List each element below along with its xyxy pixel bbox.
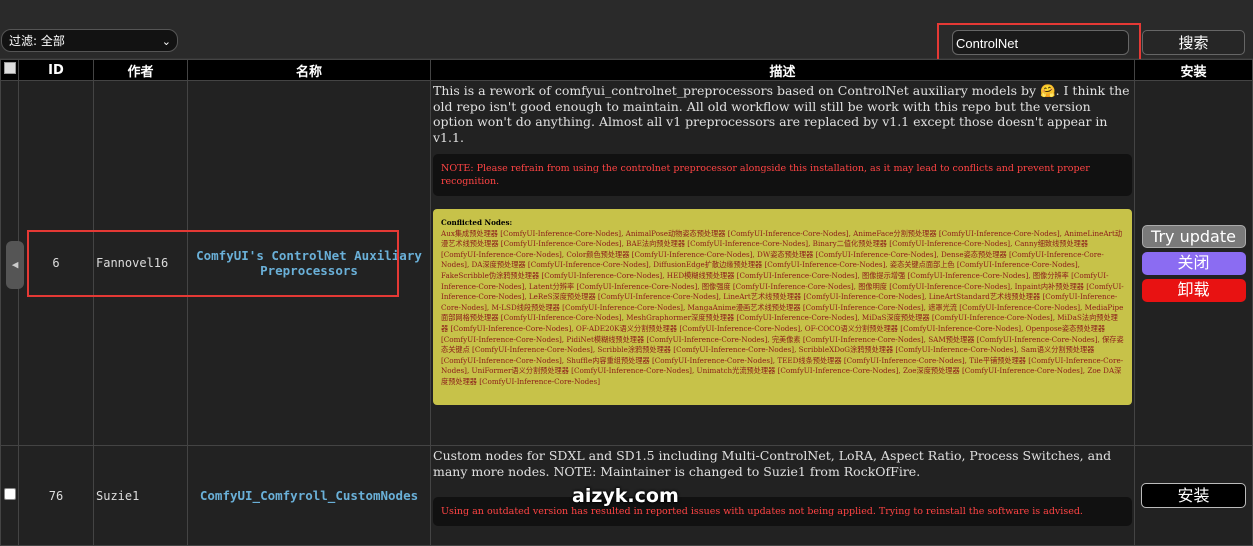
header-id[interactable]: ID bbox=[18, 59, 94, 81]
watermark-text: aizyk.com bbox=[572, 485, 679, 507]
search-input[interactable]: ControlNet bbox=[952, 30, 1129, 55]
chevron-down-icon: ⌄ bbox=[161, 35, 171, 48]
header-description[interactable]: 描述 bbox=[430, 59, 1135, 81]
node-table: ID 作者 名称 描述 安装 6 Fannovel16 ComfyUI's Co… bbox=[0, 59, 1253, 546]
collapse-arrow-icon[interactable]: ◀ bbox=[6, 241, 24, 289]
row-checkbox[interactable] bbox=[3, 488, 16, 500]
conflicted-title: Conflicted Nodes: bbox=[441, 218, 513, 227]
install-note: NOTE: Please refrain from using the cont… bbox=[433, 154, 1132, 196]
row-actions-cell: Try update 关闭 卸载 bbox=[1134, 80, 1253, 446]
header-author[interactable]: 作者 bbox=[93, 59, 188, 81]
install-note: Using an outdated version has resulted i… bbox=[433, 497, 1132, 526]
header-name[interactable]: 名称 bbox=[187, 59, 431, 81]
row-description-cell: This is a rework of comfyui_controlnet_p… bbox=[430, 80, 1135, 446]
row-name-cell: ComfyUI_Comfyroll_CustomNodes bbox=[187, 445, 431, 546]
table-header-row: ID 作者 名称 描述 安装 bbox=[0, 59, 1253, 81]
select-all-header[interactable] bbox=[0, 59, 19, 81]
conflicted-list: Aux集成预处理器 [ComfyUI-Inference-Core-Nodes]… bbox=[441, 228, 1124, 386]
install-button[interactable]: 安装 bbox=[1141, 483, 1246, 508]
row-name-cell: ComfyUI's ControlNet Auxiliary Preproces… bbox=[187, 80, 431, 446]
row-id: 6 bbox=[18, 80, 94, 446]
filter-label: 过滤: 全部 bbox=[9, 34, 65, 48]
node-title-link[interactable]: ComfyUI_Comfyroll_CustomNodes bbox=[200, 488, 418, 503]
table-row: 6 Fannovel16 ComfyUI's ControlNet Auxili… bbox=[0, 80, 1253, 446]
row-actions-cell: 安装 bbox=[1134, 445, 1253, 546]
header-install[interactable]: 安装 bbox=[1134, 59, 1253, 81]
conflicted-nodes-box: Conflicted Nodes: Aux集成预处理器 [ComfyUI-Inf… bbox=[433, 209, 1132, 405]
row-author: Fannovel16 bbox=[93, 80, 188, 446]
node-title-link[interactable]: ComfyUI's ControlNet Auxiliary Preproces… bbox=[196, 248, 422, 278]
disable-button[interactable]: 关闭 bbox=[1141, 251, 1246, 275]
description-text: Custom nodes for SDXL and SD1.5 includin… bbox=[433, 448, 1112, 479]
description-text: This is a rework of comfyui_controlnet_p… bbox=[433, 83, 1130, 145]
try-update-button[interactable]: Try update bbox=[1141, 224, 1246, 248]
select-all-checkbox[interactable] bbox=[3, 62, 16, 74]
uninstall-button[interactable]: 卸载 bbox=[1141, 278, 1246, 302]
search-button[interactable]: 搜索 bbox=[1142, 30, 1245, 55]
row-select-cell bbox=[0, 445, 19, 546]
row-author: Suzie1 bbox=[93, 445, 188, 546]
row-description-cell: Custom nodes for SDXL and SD1.5 includin… bbox=[430, 445, 1135, 546]
row-id: 76 bbox=[18, 445, 94, 546]
filter-select[interactable]: 过滤: 全部 ⌄ bbox=[1, 29, 178, 52]
